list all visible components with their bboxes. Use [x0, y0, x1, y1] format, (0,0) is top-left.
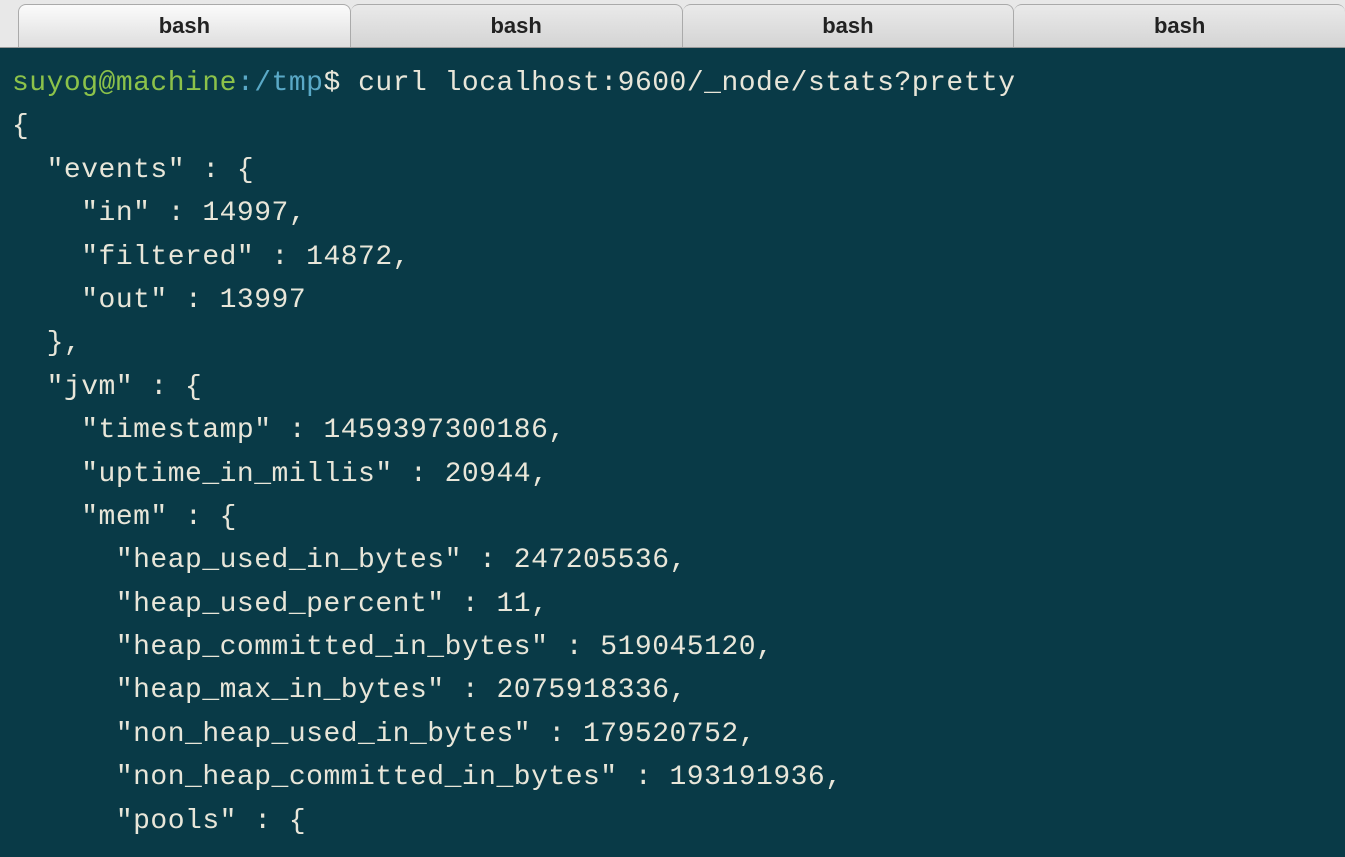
output-line: "events" : { — [12, 155, 254, 186]
output-line: "heap_used_percent" : 11, — [12, 589, 548, 620]
terminal-output[interactable]: suyog@machine:/tmp$ curl localhost:9600/… — [0, 48, 1345, 857]
output-line: "heap_max_in_bytes" : 2075918336, — [12, 675, 687, 706]
output-line: "in" : 14997, — [12, 198, 306, 229]
output-line: "heap_committed_in_bytes" : 519045120, — [12, 632, 773, 663]
terminal-tab-3[interactable]: bash — [683, 4, 1015, 47]
output-line: "non_heap_committed_in_bytes" : 19319193… — [12, 762, 843, 793]
prompt-command: curl localhost:9600/_node/stats?pretty — [358, 68, 1016, 99]
output-line: "filtered" : 14872, — [12, 242, 410, 273]
tab-label: bash — [1154, 13, 1205, 39]
terminal-tab-4[interactable]: bash — [1014, 4, 1345, 47]
tab-label: bash — [490, 13, 541, 39]
output-line: "heap_used_in_bytes" : 247205536, — [12, 545, 687, 576]
output-line: "jvm" : { — [12, 372, 202, 403]
output-line: "out" : 13997 — [12, 285, 306, 316]
output-line: "uptime_in_millis" : 20944, — [12, 459, 548, 490]
tab-label: bash — [822, 13, 873, 39]
prompt-symbol: $ — [323, 68, 340, 99]
terminal-tab-2[interactable]: bash — [351, 4, 683, 47]
output-line: "pools" : { — [12, 806, 306, 837]
terminal-tab-1[interactable]: bash — [18, 4, 351, 47]
prompt-path: :/tmp — [237, 68, 324, 99]
output-line: "non_heap_used_in_bytes" : 179520752, — [12, 719, 756, 750]
output-line: "timestamp" : 1459397300186, — [12, 415, 566, 446]
prompt-user: suyog — [12, 68, 99, 99]
output-line: "mem" : { — [12, 502, 237, 533]
prompt-host: machine — [116, 68, 237, 99]
tab-label: bash — [159, 13, 210, 39]
prompt-at: @ — [99, 68, 116, 99]
tab-bar: bash bash bash bash — [0, 0, 1345, 48]
output-line: { — [12, 111, 29, 142]
output-line: }, — [12, 328, 81, 359]
